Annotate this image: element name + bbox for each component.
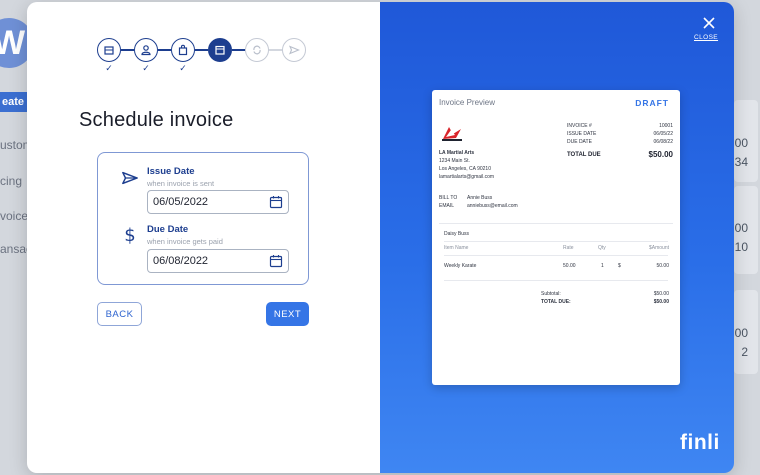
next-button[interactable]: NEXT	[266, 302, 309, 326]
divider	[444, 255, 668, 256]
back-button[interactable]: BACK	[97, 302, 142, 326]
sidebar-item-transactions: ansac	[0, 242, 28, 256]
schedule-invoice-modal: ✓ ✓ ✓ Schedule invoice Issue Date when i…	[27, 2, 734, 473]
step-connector	[121, 49, 134, 51]
column-header: Qty	[598, 245, 606, 251]
step-customer[interactable]	[134, 38, 158, 62]
issue-date-field[interactable]: 06/05/2022	[147, 190, 289, 214]
check-icon: ✓	[105, 63, 113, 73]
meta-label: ISSUE DATE	[567, 131, 597, 137]
send-icon	[120, 168, 140, 188]
invoice-preview: Invoice Preview DRAFT LA Martial Arts 12…	[432, 90, 680, 385]
background-value: 34	[734, 155, 748, 169]
step-connector	[158, 49, 171, 51]
item-rate: 50.00	[563, 263, 576, 269]
step-items[interactable]	[171, 38, 195, 62]
business-name: LA Martial Arts	[439, 150, 475, 156]
item-amount: 50.00	[656, 263, 669, 269]
status-badge: DRAFT	[635, 98, 669, 108]
meta-label: INVOICE #	[567, 123, 592, 129]
page-title: Schedule invoice	[79, 109, 234, 131]
invoice-preview-title: Invoice Preview	[439, 98, 496, 107]
step-connector	[269, 49, 282, 51]
subtotal-value: $50.00	[653, 291, 669, 297]
due-date-label: Due Date	[147, 224, 189, 235]
meta-value: 06/08/22	[653, 139, 673, 145]
column-header: Item Name	[444, 245, 469, 251]
step-recurring[interactable]	[245, 38, 269, 62]
sidebar-item-invoices: voice	[0, 209, 28, 223]
divider	[439, 223, 673, 224]
bill-to-label: BILL TO	[439, 195, 458, 201]
business-address: Los Angeles, CA 90210	[439, 166, 491, 172]
background-value: 2	[741, 345, 748, 359]
send-icon	[288, 45, 300, 55]
column-header: $Amount	[648, 245, 669, 251]
form-panel: ✓ ✓ ✓ Schedule invoice Issue Date when i…	[27, 2, 380, 473]
item-name: Weekly Karate	[444, 263, 477, 269]
due-date-hint: when invoice gets paid	[147, 237, 223, 246]
total-value: $50.00	[653, 299, 669, 305]
item-qty: 1	[601, 263, 604, 269]
check-icon: ✓	[142, 63, 150, 73]
date-card: Issue Date when invoice is sent 06/05/20…	[97, 152, 309, 285]
step-schedule[interactable]	[208, 38, 232, 62]
item-currency: $	[618, 263, 621, 269]
step-connector	[195, 49, 208, 51]
storefront-icon	[104, 46, 114, 55]
subtotal-label: Subtotal:	[541, 291, 561, 297]
total-label: TOTAL DUE:	[541, 299, 571, 305]
calendar-icon[interactable]	[269, 254, 283, 268]
meta-value: 10001	[659, 123, 673, 129]
finli-logo: finli	[680, 431, 720, 454]
business-email: lamartialarts@gmail.com	[439, 174, 495, 180]
divider	[444, 280, 668, 281]
step-business[interactable]	[97, 38, 121, 62]
sidebar-item-pricing: cing	[0, 174, 23, 188]
due-date-field[interactable]: 06/08/2022	[147, 249, 289, 273]
close-icon[interactable]	[700, 14, 718, 32]
calendar-icon	[215, 45, 225, 55]
repeat-icon	[253, 45, 261, 55]
email-label: EMAIL	[439, 203, 455, 209]
user-icon	[141, 45, 151, 56]
sidebar-item-customers: ustom	[0, 138, 28, 152]
email-value: anniebuss@email.com	[467, 203, 518, 209]
business-address: 1234 Main St.	[439, 158, 470, 164]
business-logo	[442, 127, 462, 141]
bag-icon	[178, 44, 188, 56]
issue-date-hint: when invoice is sent	[147, 179, 215, 188]
issue-date-value: 06/05/2022	[153, 196, 209, 208]
preview-panel: CLOSE Invoice Preview DRAFT LA Martial A…	[380, 2, 734, 473]
step-connector	[232, 49, 245, 51]
meta-label: DUE DATE	[567, 139, 592, 145]
close-button[interactable]: CLOSE	[694, 34, 718, 41]
step-send[interactable]	[282, 38, 306, 62]
bill-to-name: Annie Buss	[467, 195, 493, 201]
total-due-label: TOTAL DUE	[567, 152, 601, 158]
student-name: Daisy Buss	[444, 231, 470, 237]
background-value: 10	[734, 240, 748, 254]
issue-date-label: Issue Date	[147, 166, 195, 177]
total-due-value: $50.00	[648, 150, 673, 159]
create-button: eate	[0, 92, 30, 112]
dollar-icon: $	[124, 225, 136, 246]
column-header: Rate	[563, 245, 574, 251]
divider	[444, 241, 668, 242]
calendar-icon[interactable]	[269, 195, 283, 209]
check-icon: ✓	[179, 63, 187, 73]
due-date-value: 06/08/2022	[153, 255, 209, 267]
meta-value: 06/05/22	[653, 131, 673, 137]
